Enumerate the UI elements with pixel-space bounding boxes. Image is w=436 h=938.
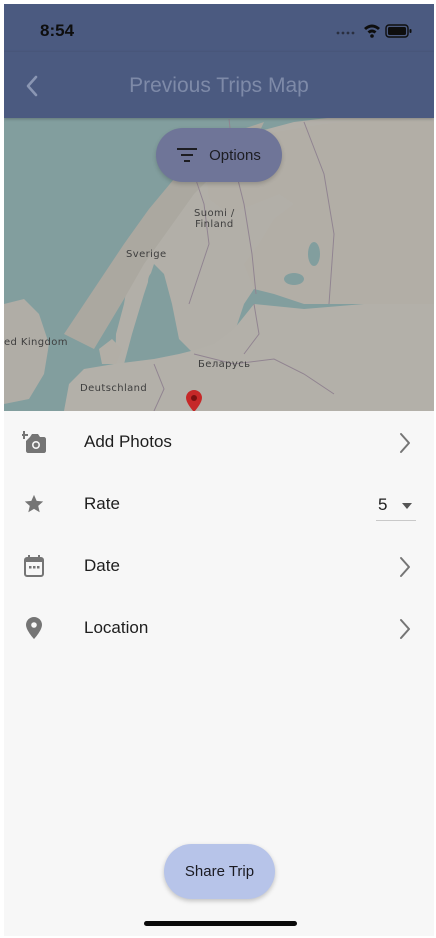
share-trip-button[interactable]: Share Trip <box>164 844 275 899</box>
rate-label: Rate <box>84 494 120 513</box>
status-icons <box>336 24 412 38</box>
map-label-sweden: Sverige <box>126 249 167 260</box>
list-item-date[interactable]: Date <box>4 535 434 597</box>
page-title: Previous Trips Map <box>129 74 309 97</box>
share-trip-label: Share Trip <box>184 863 255 880</box>
battery-icon <box>385 24 412 38</box>
status-time: 8:54 <box>40 21 75 40</box>
rate-dropdown[interactable]: 5 <box>376 491 416 521</box>
add-photos-label: Add Photos <box>84 432 172 451</box>
dropdown-caret-icon <box>402 503 412 509</box>
list-item-add-photos[interactable]: Add Photos <box>4 411 434 473</box>
list-item-rate: Rate 5 <box>4 473 434 535</box>
signal-dots-icon <box>336 31 355 35</box>
chevron-right-icon <box>400 557 410 577</box>
status-bar: 8:54 <box>4 4 434 52</box>
map-label-germany: Deutschland <box>80 383 148 394</box>
filter-lines-icon <box>177 148 198 162</box>
location-label: Location <box>84 618 149 637</box>
wifi-icon <box>364 24 380 38</box>
app-bar: Previous Trips Map <box>4 52 434 118</box>
add-camera-icon <box>22 430 46 454</box>
trip-actions-list: Add Photos Rate 5 Date Location <box>4 411 434 659</box>
list-item-location[interactable]: Location <box>4 597 434 659</box>
phone-screen: Suomi / Finland Sverige ed Kingdom Белар… <box>4 4 434 936</box>
map-label-belarus: Беларусь <box>198 359 251 370</box>
home-indicator[interactable] <box>144 921 297 926</box>
map-pin-icon[interactable] <box>186 390 202 411</box>
map-label-finland: Suomi / Finland <box>194 208 235 230</box>
star-icon <box>22 492 46 516</box>
options-label: Options <box>209 146 261 164</box>
rate-value: 5 <box>378 495 388 514</box>
chevron-right-icon <box>400 433 410 453</box>
calendar-icon <box>22 554 46 578</box>
map-label-uk: ed Kingdom <box>4 337 68 348</box>
date-label: Date <box>84 556 120 575</box>
options-button[interactable]: Options <box>156 128 282 182</box>
chevron-right-icon <box>400 619 410 639</box>
location-pin-icon <box>22 616 46 640</box>
